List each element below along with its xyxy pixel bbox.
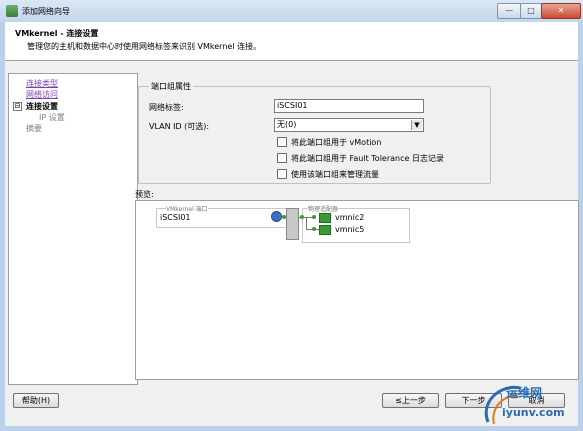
watermark-url: iyunv.com bbox=[502, 406, 565, 419]
step-summary: 摘要 bbox=[26, 124, 42, 133]
wizard-steps: 连接类型 网络访问 ⊟ 连接设置 IP 设置 摘要 bbox=[8, 73, 138, 385]
wizard-header: VMkernel - 连接设置 管理您的主机和数据中心时使用网络标签来识别 VM… bbox=[5, 22, 578, 61]
chevron-down-icon[interactable]: ▼ bbox=[411, 120, 422, 130]
vlan-id-caption: VLAN ID (可选): bbox=[149, 122, 210, 131]
step-ip-settings: IP 设置 bbox=[39, 113, 65, 122]
fault-tolerance-checkbox[interactable] bbox=[277, 153, 287, 163]
vlan-id-value: 无(0) bbox=[277, 120, 297, 129]
vlan-id-select[interactable]: 无(0) ▼ bbox=[274, 118, 424, 132]
nic-icon bbox=[319, 213, 331, 223]
close-button[interactable]: ✕ bbox=[541, 3, 581, 19]
watermark-title: 运维网 bbox=[506, 386, 543, 400]
network-wizard-icon bbox=[6, 5, 18, 17]
page-subtitle: 管理您的主机和数据中心时使用网络标签来识别 VMkernel 连接。 bbox=[27, 42, 262, 51]
wizard-content: VMkernel - 连接设置 管理您的主机和数据中心时使用网络标签来识别 VM… bbox=[5, 22, 579, 426]
window-title: 添加网络向导 bbox=[22, 7, 70, 16]
connector-dot bbox=[300, 215, 304, 219]
nic-icon bbox=[319, 225, 331, 235]
management-traffic-label: 使用该端口组来管理流量 bbox=[291, 170, 379, 179]
port-name: iSCSI01 bbox=[160, 213, 191, 222]
port-group-properties: 端口组属性 网络标签: iSCSI01 VLAN ID (可选): 无(0) ▼… bbox=[138, 81, 491, 184]
maximize-button[interactable]: □ bbox=[520, 3, 542, 19]
physical-adapters-caption: 物理适配器 bbox=[308, 204, 339, 213]
vmotion-checkbox[interactable] bbox=[277, 137, 287, 147]
collapse-icon[interactable]: ⊟ bbox=[13, 102, 22, 111]
fault-tolerance-label: 将此端口组用于 Fault Tolerance 日志记录 bbox=[291, 154, 444, 163]
adapter-vmnic5: vmnic5 bbox=[335, 225, 365, 234]
step-connection-type[interactable]: 连接类型 bbox=[26, 78, 58, 89]
back-button[interactable]: ≤上一步 bbox=[382, 393, 439, 408]
group-title: 端口组属性 bbox=[149, 81, 193, 92]
vmkernel-port-caption: VMkernel 端口 bbox=[166, 204, 208, 213]
connector-dot bbox=[312, 227, 316, 231]
management-traffic-checkbox[interactable] bbox=[277, 169, 287, 179]
preview-label: 预览: bbox=[135, 190, 154, 199]
connector-dot bbox=[312, 215, 316, 219]
wizard-window: 添加网络向导 — □ ✕ VMkernel - 连接设置 管理您的主机和数据中心… bbox=[0, 0, 583, 431]
step-network-access[interactable]: 网络访问 bbox=[26, 89, 58, 100]
vmotion-label: 将此端口组用于 vMotion bbox=[291, 138, 382, 147]
adapter-vmnic2: vmnic2 bbox=[335, 213, 365, 222]
help-button[interactable]: 帮助(H) bbox=[13, 393, 59, 408]
step-connection-settings: 连接设置 bbox=[26, 102, 58, 111]
preview-panel: VMkernel 端口 iSCSI01 物理适配器 vmnic2 vmnic5 bbox=[135, 200, 579, 380]
network-label-input[interactable]: iSCSI01 bbox=[274, 99, 424, 113]
virtual-switch bbox=[286, 208, 299, 240]
watermark-logo: 运维网 iyunv.com bbox=[480, 382, 578, 426]
minimize-button[interactable]: — bbox=[497, 3, 521, 19]
title-bar: 添加网络向导 — □ ✕ bbox=[0, 0, 583, 22]
network-label-caption: 网络标签: bbox=[149, 103, 184, 112]
page-title: VMkernel - 连接设置 bbox=[15, 29, 99, 38]
